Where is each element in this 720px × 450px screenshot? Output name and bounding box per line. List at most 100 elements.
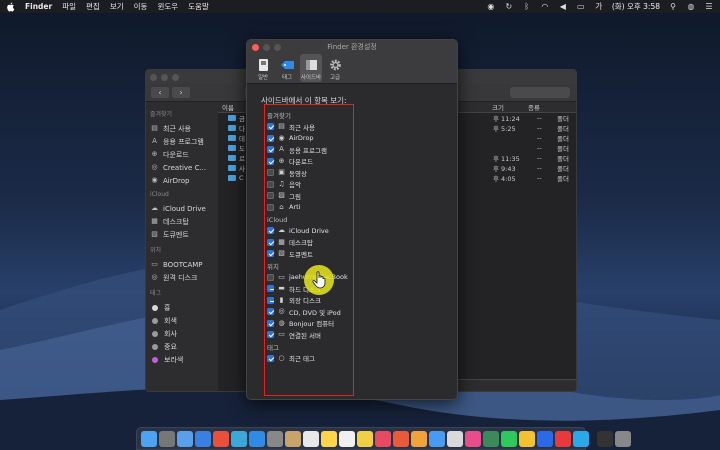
eye-icon[interactable]: ◉ xyxy=(486,2,496,11)
zoom-button[interactable] xyxy=(172,73,179,81)
dock-app-icon[interactable] xyxy=(519,430,535,447)
menu-view[interactable]: 보기 xyxy=(110,1,124,12)
dock-app-icon[interactable] xyxy=(159,430,175,447)
checkbox[interactable] xyxy=(267,123,274,131)
user-icon[interactable]: ◍ xyxy=(686,2,696,11)
tab-advanced[interactable]: 고급 xyxy=(324,54,346,82)
dock-app-icon[interactable] xyxy=(141,430,157,447)
checkbox[interactable] xyxy=(267,203,274,211)
dock-app-icon[interactable] xyxy=(411,430,427,447)
wifi-icon[interactable]: ◠ xyxy=(540,2,550,11)
sidebar-item-documents[interactable]: ▧ 도큐멘트 xyxy=(150,228,214,241)
sidebar-item-bootcamp[interactable]: ▭ BOOTCAMP xyxy=(150,258,214,271)
sidebar-option-row[interactable]: ♫ 음악 xyxy=(267,179,379,191)
dock-app-icon[interactable] xyxy=(597,430,613,447)
dock-app-icon[interactable] xyxy=(339,430,355,447)
battery-icon[interactable]: ▭ xyxy=(576,2,586,11)
sidebar-item-apps[interactable]: A 응용 프로그램 xyxy=(150,135,214,148)
sidebar-option-row[interactable]: ○ 최근 태그 xyxy=(267,353,379,365)
dock-app-icon[interactable] xyxy=(249,430,265,447)
dock-app-icon[interactable] xyxy=(213,430,229,447)
tab-tags[interactable]: 태그 xyxy=(276,54,298,82)
tab-sidebar[interactable]: 사이드바 xyxy=(300,54,322,82)
checkbox[interactable] xyxy=(267,180,274,188)
forward-button[interactable]: › xyxy=(172,87,190,98)
refresh-icon[interactable]: ↻ xyxy=(504,2,514,11)
dock-app-icon[interactable] xyxy=(501,430,517,447)
sidebar-option-row[interactable]: ▦ 데스크탑 xyxy=(267,237,379,249)
sidebar-option-row[interactable]: ▧ 도큐멘트 xyxy=(267,248,379,260)
sidebar-tag-4[interactable]: 보라색 xyxy=(150,353,214,366)
sidebar-option-row[interactable]: ◎ CD, DVD 및 iPod xyxy=(267,306,379,318)
sidebar-option-row[interactable]: ▮ 외장 디스크 xyxy=(267,295,379,307)
minimize-button[interactable] xyxy=(161,73,168,81)
dock-app-icon[interactable] xyxy=(267,430,283,447)
sidebar-item-creative-cloud[interactable]: ◎ Creative C... xyxy=(150,161,214,174)
sidebar-option-row[interactable]: ⌂ Arti xyxy=(267,202,379,214)
notification-center-icon[interactable]: ☰ xyxy=(704,2,714,11)
bluetooth-icon[interactable]: ᛒ xyxy=(522,2,532,11)
tab-general[interactable]: 일반 xyxy=(252,54,274,82)
sidebar-option-row[interactable]: ▭ 연결된 서버 xyxy=(267,329,379,341)
checkbox[interactable] xyxy=(267,296,274,304)
dock-app-icon[interactable] xyxy=(615,430,631,447)
dock-app-icon[interactable] xyxy=(555,430,571,447)
sidebar-item-remote-disc[interactable]: ◎ 원격 디스크 xyxy=(150,271,214,284)
menu-file[interactable]: 파일 xyxy=(62,1,76,12)
dock-app-icon[interactable] xyxy=(177,430,193,447)
sidebar-item-downloads[interactable]: ⊕ 다운로드 xyxy=(150,148,214,161)
checkbox[interactable] xyxy=(267,146,274,154)
checkbox[interactable] xyxy=(267,250,274,258)
dock-app-icon[interactable] xyxy=(375,430,391,447)
dock-app-icon[interactable] xyxy=(465,430,481,447)
menu-go[interactable]: 이동 xyxy=(134,1,148,12)
checkbox[interactable] xyxy=(267,238,274,246)
sidebar-tag-1[interactable]: 회색 xyxy=(150,314,214,327)
checkbox[interactable] xyxy=(267,319,274,327)
sidebar-option-row[interactable]: ▤ 최근 사용 xyxy=(267,121,379,133)
menu-finder[interactable]: Finder xyxy=(25,2,52,11)
sidebar-option-row[interactable]: ☁ iCloud Drive xyxy=(267,225,379,237)
sidebar-item-airdrop[interactable]: ◉ AirDrop xyxy=(150,174,214,187)
checkbox[interactable] xyxy=(267,308,274,316)
checkbox[interactable] xyxy=(267,354,274,362)
sidebar-tag-0[interactable]: 흉 xyxy=(150,301,214,314)
menu-help[interactable]: 도움말 xyxy=(188,1,209,12)
search-input[interactable] xyxy=(510,87,570,98)
sidebar-item-desktop[interactable]: ▦ 데스크탑 xyxy=(150,215,214,228)
dock-app-icon[interactable] xyxy=(231,430,247,447)
sidebar-option-row[interactable]: ▣ 동영상 xyxy=(267,167,379,179)
sidebar-tag-2[interactable]: 회사 xyxy=(150,327,214,340)
dock-app-icon[interactable] xyxy=(321,430,337,447)
sidebar-option-row[interactable]: ⊕ 다운로드 xyxy=(267,156,379,168)
checkbox[interactable] xyxy=(267,273,274,281)
checkbox[interactable] xyxy=(267,134,274,142)
spotlight-icon[interactable]: ⚲ xyxy=(668,2,678,11)
apple-icon[interactable] xyxy=(6,1,15,12)
input-source-icon[interactable]: 가 xyxy=(594,2,604,11)
dock-app-icon[interactable] xyxy=(483,430,499,447)
column-kind[interactable]: 종류 xyxy=(528,102,540,112)
dock-app-icon[interactable] xyxy=(357,430,373,447)
menubar-clock[interactable]: (화) 오후 3:58 xyxy=(612,1,660,12)
checkbox[interactable] xyxy=(267,157,274,165)
dock-app-icon[interactable] xyxy=(303,430,319,447)
sidebar-tag-3[interactable]: 중요 xyxy=(150,340,214,353)
checkbox[interactable] xyxy=(267,169,274,177)
dock-app-icon[interactable] xyxy=(537,430,553,447)
close-button[interactable] xyxy=(150,73,157,81)
sidebar-option-row[interactable]: ▨ 그림 xyxy=(267,190,379,202)
dock-app-icon[interactable] xyxy=(447,430,463,447)
checkbox[interactable] xyxy=(267,192,274,200)
sidebar-item-icloud-drive[interactable]: ☁ iCloud Drive xyxy=(150,202,214,215)
dock-app-icon[interactable] xyxy=(393,430,409,447)
dock-app-icon[interactable] xyxy=(195,430,211,447)
sidebar-item-recent[interactable]: ▤ 최근 사용 xyxy=(150,122,214,135)
menu-edit[interactable]: 편집 xyxy=(86,1,100,12)
sidebar-option-row[interactable]: ◍ Bonjour 컴퓨터 xyxy=(267,318,379,330)
checkbox[interactable] xyxy=(267,227,274,235)
back-button[interactable]: ‹ xyxy=(151,87,169,98)
checkbox[interactable] xyxy=(267,331,274,339)
dock-app-icon[interactable] xyxy=(285,430,301,447)
sidebar-option-row[interactable]: ◉ AirDrop xyxy=(267,133,379,145)
